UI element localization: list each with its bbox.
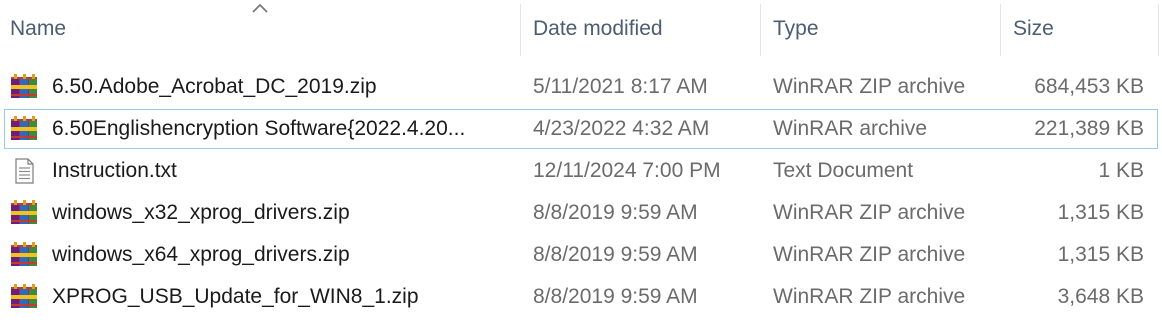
file-date-modified: 4/23/2022 4:32 AM (533, 117, 710, 140)
winrar-archive-icon (10, 116, 38, 142)
file-type: WinRAR ZIP archive (773, 285, 966, 308)
file-date-modified: 8/8/2019 9:59 AM (533, 285, 698, 308)
column-divider[interactable] (760, 4, 761, 56)
file-type: Text Document (773, 159, 914, 182)
file-row[interactable]: XPROG_USB_Update_for_WIN8_1.zip 8/8/2019 … (4, 277, 1158, 317)
winrar-archive-icon (10, 284, 38, 310)
file-row[interactable]: 6.50.Adobe_Acrobat_DC_2019.zip 5/11/2021 … (4, 67, 1158, 107)
file-name[interactable]: windows_x32_xprog_drivers.zip (52, 193, 512, 233)
file-name[interactable]: 6.50Englishencryption Software{2022.4.20… (52, 109, 512, 149)
text-file-icon (10, 158, 38, 184)
file-date-modified: 12/11/2024 7:00 PM (533, 159, 721, 182)
file-type: WinRAR ZIP archive (773, 243, 966, 266)
file-row[interactable]: windows_x32_xprog_drivers.zip 8/8/2019 9:… (4, 193, 1158, 233)
file-date-modified: 8/8/2019 9:59 AM (533, 201, 698, 224)
file-name[interactable]: 6.50.Adobe_Acrobat_DC_2019.zip (52, 67, 512, 107)
file-name[interactable]: Instruction.txt (52, 151, 512, 191)
column-divider[interactable] (520, 4, 521, 56)
file-size: 1,315 KB (1057, 201, 1144, 224)
winrar-archive-icon (10, 74, 38, 100)
file-name[interactable]: windows_x64_xprog_drivers.zip (52, 235, 512, 275)
file-size: 1 KB (1098, 159, 1144, 182)
column-divider[interactable] (1000, 4, 1001, 56)
winrar-archive-icon (10, 242, 38, 268)
column-header-name[interactable]: Name (0, 0, 520, 58)
file-row[interactable]: Instruction.txt 12/11/2024 7:00 PM Text Do… (4, 151, 1158, 191)
file-date-modified: 5/11/2021 8:17 AM (533, 75, 708, 98)
file-type: WinRAR ZIP archive (773, 201, 966, 224)
column-header-size[interactable]: Size (1003, 0, 1158, 58)
column-header-date-modified[interactable]: Date modified (523, 0, 760, 58)
file-type: WinRAR archive (773, 117, 928, 140)
column-divider[interactable] (1158, 4, 1159, 56)
file-size: 1,315 KB (1057, 243, 1144, 266)
column-header-bar: Name Date modified Type Size (0, 0, 1162, 58)
file-type: WinRAR ZIP archive (773, 75, 966, 98)
file-date-modified: 8/8/2019 9:59 AM (533, 243, 698, 266)
file-size: 221,389 KB (1034, 117, 1144, 140)
file-row[interactable]: windows_x64_xprog_drivers.zip 8/8/2019 9:… (4, 235, 1158, 275)
file-row[interactable]: 6.50Englishencryption Software{2022.4.20… (4, 109, 1158, 149)
file-size: 684,453 KB (1034, 75, 1144, 98)
file-name[interactable]: XPROG_USB_Update_for_WIN8_1.zip (52, 277, 512, 317)
column-header-type[interactable]: Type (763, 0, 1000, 58)
file-size: 3,648 KB (1057, 285, 1144, 308)
winrar-archive-icon (10, 200, 38, 226)
